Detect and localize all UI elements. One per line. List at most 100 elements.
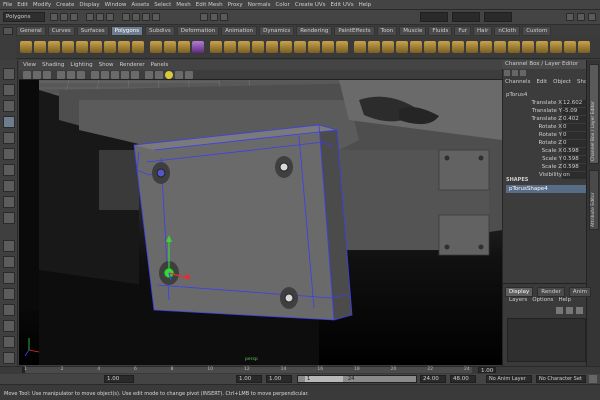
collapse-icon[interactable] <box>308 41 320 53</box>
tab-custom[interactable]: Custom <box>522 26 552 36</box>
range-slider-handle[interactable] <box>305 376 343 382</box>
reduce-icon[interactable] <box>550 41 562 53</box>
automatic-mapping-icon[interactable] <box>396 41 408 53</box>
character-set-dropdown[interactable]: No Character Set <box>536 375 586 383</box>
snap-plane-icon[interactable] <box>152 13 160 21</box>
range-start-field[interactable]: 1.00 <box>266 375 292 383</box>
open-scene-icon[interactable] <box>60 13 68 21</box>
soft-mod-icon[interactable] <box>3 180 15 192</box>
tab-animation[interactable]: Animation <box>221 26 258 36</box>
extract-icon[interactable] <box>178 41 190 53</box>
playback-end-field[interactable]: 24.00 <box>420 375 446 383</box>
menu-edit-mesh[interactable]: Edit Mesh <box>196 2 223 8</box>
tab-curves[interactable]: Curves <box>47 26 75 36</box>
poly-pyramid-icon[interactable] <box>118 41 130 53</box>
menu-edit-uvs[interactable]: Edit UVs <box>331 2 354 8</box>
wedge-icon[interactable] <box>336 41 348 53</box>
attribute-row[interactable]: Translate X 12.602 <box>506 100 586 108</box>
render-settings-icon[interactable] <box>220 13 228 21</box>
split-polygon-icon[interactable] <box>224 41 236 53</box>
tab-dynamics[interactable]: Dynamics <box>259 26 295 36</box>
tab-polygons[interactable]: Polygons <box>110 26 144 36</box>
attribute-row[interactable]: Rotate Z0 <box>506 140 586 148</box>
menu-create-uvs[interactable]: Create UVs <box>295 2 326 8</box>
tab-hair[interactable]: Hair <box>473 26 493 36</box>
high-quality-icon[interactable] <box>185 71 193 79</box>
options-menu[interactable]: Options <box>532 297 553 303</box>
film-gate-icon[interactable] <box>67 71 75 79</box>
poly-sphere-icon[interactable] <box>20 41 32 53</box>
start-time-field[interactable]: 1.00 <box>104 375 134 383</box>
menu-file[interactable]: File <box>3 2 12 8</box>
perspective-viewport[interactable] <box>19 80 502 365</box>
poly-cube-icon[interactable] <box>34 41 46 53</box>
tab-render[interactable]: Render <box>537 287 565 297</box>
fill-hole-icon[interactable] <box>494 41 506 53</box>
isolate-select-icon[interactable] <box>165 71 173 79</box>
rotate-tool-icon[interactable] <box>3 132 15 144</box>
new-scene-icon[interactable] <box>50 13 58 21</box>
menu-edit[interactable]: Edit <box>17 2 28 8</box>
menu-help[interactable]: Help <box>359 2 372 8</box>
panel-menu-renderer[interactable]: Renderer <box>119 62 144 68</box>
textured-icon[interactable] <box>121 71 129 79</box>
menu-modify[interactable]: Modify <box>33 2 51 8</box>
cleanup-icon[interactable] <box>536 41 548 53</box>
lasso-tool-icon[interactable] <box>3 84 15 96</box>
menu-set-dropdown[interactable]: Polygons <box>3 12 45 22</box>
tab-attribute-editor[interactable]: Attribute Editor <box>589 170 599 230</box>
insert-edge-loop-icon[interactable] <box>238 41 250 53</box>
poly-pipe-icon[interactable] <box>132 41 144 53</box>
poly-prism-icon[interactable] <box>104 41 116 53</box>
persp-outliner-layout-icon[interactable] <box>3 272 15 284</box>
universal-manipulator-icon[interactable] <box>3 164 15 176</box>
menu-display[interactable]: Display <box>79 2 99 8</box>
channel-box-toggle-icon[interactable] <box>504 70 510 76</box>
soften-edge-icon[interactable] <box>438 41 450 53</box>
field-y[interactable] <box>452 12 480 22</box>
uv-editor-icon[interactable] <box>410 41 422 53</box>
tab-deformation[interactable]: Deformation <box>176 26 220 36</box>
render-icon[interactable] <box>200 13 208 21</box>
bridge-icon[interactable] <box>280 41 292 53</box>
toggle-tool-settings-icon[interactable] <box>588 13 596 21</box>
persp-graph-layout-icon[interactable] <box>3 288 15 300</box>
camera-attributes-icon[interactable] <box>33 71 41 79</box>
hypershade-layout-icon[interactable] <box>3 304 15 316</box>
spherical-mapping-icon[interactable] <box>382 41 394 53</box>
playback-start-field[interactable]: 1.00 <box>236 375 262 383</box>
object-name[interactable]: pTorus4 <box>506 92 584 99</box>
last-tool-icon[interactable] <box>3 212 15 224</box>
object-menu[interactable]: Object <box>553 79 571 87</box>
attribute-row[interactable]: Scale X 0.598 <box>506 148 586 156</box>
menu-proxy[interactable]: Proxy <box>228 2 243 8</box>
tab-painteffects[interactable]: PaintEffects <box>334 26 375 36</box>
grid-icon[interactable] <box>57 71 65 79</box>
paint-select-icon[interactable] <box>3 100 15 112</box>
outliner-layout-icon[interactable] <box>3 320 15 332</box>
single-perspective-layout-icon[interactable] <box>3 240 15 252</box>
help-menu[interactable]: Help <box>558 297 571 303</box>
menu-normals[interactable]: Normals <box>248 2 271 8</box>
show-manipulator-icon[interactable] <box>3 196 15 208</box>
field-z[interactable] <box>484 12 512 22</box>
bevel-icon[interactable] <box>252 41 264 53</box>
attribute-row[interactable]: Scale Z 0.598 <box>506 164 586 172</box>
select-component-icon[interactable] <box>106 13 114 21</box>
harden-edge-icon[interactable] <box>452 41 464 53</box>
attribute-row[interactable]: Rotate Y0 <box>506 132 586 140</box>
panel-menu-view[interactable]: View <box>23 62 36 68</box>
smooth-icon[interactable] <box>192 41 204 53</box>
resolution-gate-icon[interactable] <box>77 71 85 79</box>
tab-rendering[interactable]: Rendering <box>296 26 333 36</box>
end-time-field[interactable]: 48.00 <box>450 375 476 383</box>
shape-node[interactable]: pTorusShape4 <box>506 185 586 193</box>
cylindrical-mapping-icon[interactable] <box>368 41 380 53</box>
menu-mesh[interactable]: Mesh <box>176 2 190 8</box>
tab-fur[interactable]: Fur <box>454 26 472 36</box>
poly-torus-icon[interactable] <box>90 41 102 53</box>
attribute-row[interactable]: Translate Y -5.09 <box>506 108 586 116</box>
menu-assets[interactable]: Assets <box>131 2 149 8</box>
shadows-icon[interactable] <box>145 71 153 79</box>
append-polygon-icon[interactable] <box>210 41 222 53</box>
